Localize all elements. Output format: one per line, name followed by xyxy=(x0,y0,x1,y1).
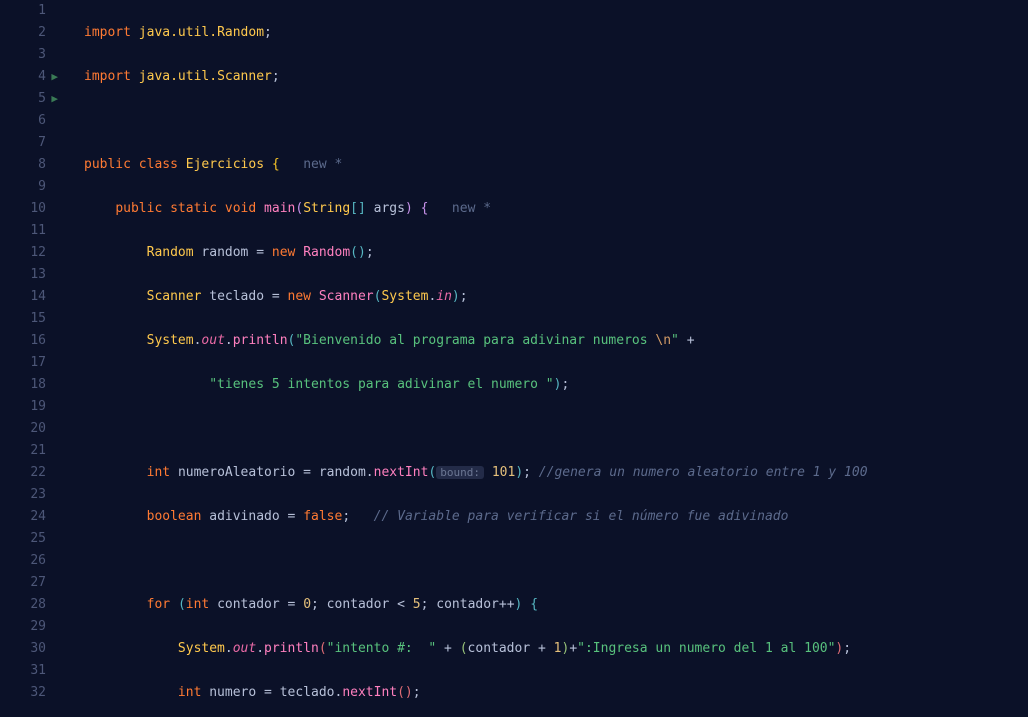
line-number: 3 xyxy=(0,44,46,66)
code-line[interactable]: System.out.println("intento #: " + (cont… xyxy=(84,638,1028,660)
line-number: 26 xyxy=(0,550,46,572)
line-number: 10 xyxy=(0,198,46,220)
line-number: 30 xyxy=(0,638,46,660)
parameter-hint: bound: xyxy=(436,466,484,479)
line-number: 27 xyxy=(0,572,46,594)
code-line[interactable]: import java.util.Random; xyxy=(84,22,1028,44)
line-number: 23 xyxy=(0,484,46,506)
code-line[interactable]: Random random = new Random(); xyxy=(84,242,1028,264)
line-number: 16 xyxy=(0,330,46,352)
line-number: 32 xyxy=(0,682,46,704)
line-number: 8 xyxy=(0,154,46,176)
code-line[interactable]: boolean adivinado = false; // Variable p… xyxy=(84,506,1028,528)
line-number: 25 xyxy=(0,528,46,550)
line-number: 13 xyxy=(0,264,46,286)
code-line[interactable]: int numero = teclado.nextInt(); xyxy=(84,682,1028,704)
line-number: 5 xyxy=(0,88,46,110)
code-line[interactable]: import java.util.Scanner; xyxy=(84,66,1028,88)
code-line[interactable]: public class Ejercicios { new * xyxy=(84,154,1028,176)
line-number: 28 xyxy=(0,594,46,616)
code-area[interactable]: import java.util.Random; import java.uti… xyxy=(60,0,1028,717)
code-line[interactable]: Scanner teclado = new Scanner(System.in)… xyxy=(84,286,1028,308)
line-number: 29 xyxy=(0,616,46,638)
code-line[interactable] xyxy=(84,110,1028,132)
line-number: 19 xyxy=(0,396,46,418)
line-number: 15 xyxy=(0,308,46,330)
code-line[interactable]: for (int contador = 0; contador < 5; con… xyxy=(84,594,1028,616)
code-line[interactable]: public static void main(String[] args) {… xyxy=(84,198,1028,220)
line-number-gutter: 1 2 3 4 5 6 7 8 9 10 11 12 13 14 15 16 1… xyxy=(0,0,60,717)
code-line[interactable] xyxy=(84,418,1028,440)
line-number: 7 xyxy=(0,132,46,154)
code-line[interactable]: "tienes 5 intentos para adivinar el nume… xyxy=(84,374,1028,396)
line-number: 20 xyxy=(0,418,46,440)
line-number: 31 xyxy=(0,660,46,682)
code-line[interactable]: System.out.println("Bienvenido al progra… xyxy=(84,330,1028,352)
line-number: 12 xyxy=(0,242,46,264)
line-number: 11 xyxy=(0,220,46,242)
line-number: 22 xyxy=(0,462,46,484)
line-number: 4 xyxy=(0,66,46,88)
line-number: 1 xyxy=(0,0,46,22)
line-number: 24 xyxy=(0,506,46,528)
line-number: 14 xyxy=(0,286,46,308)
line-number: 21 xyxy=(0,440,46,462)
code-line[interactable]: int numeroAleatorio = random.nextInt(bou… xyxy=(84,462,1028,484)
line-number: 18 xyxy=(0,374,46,396)
code-line[interactable] xyxy=(84,550,1028,572)
line-number: 6 xyxy=(0,110,46,132)
line-number: 17 xyxy=(0,352,46,374)
line-number: 2 xyxy=(0,22,46,44)
line-number: 9 xyxy=(0,176,46,198)
code-editor[interactable]: 1 2 3 4 5 6 7 8 9 10 11 12 13 14 15 16 1… xyxy=(0,0,1028,717)
